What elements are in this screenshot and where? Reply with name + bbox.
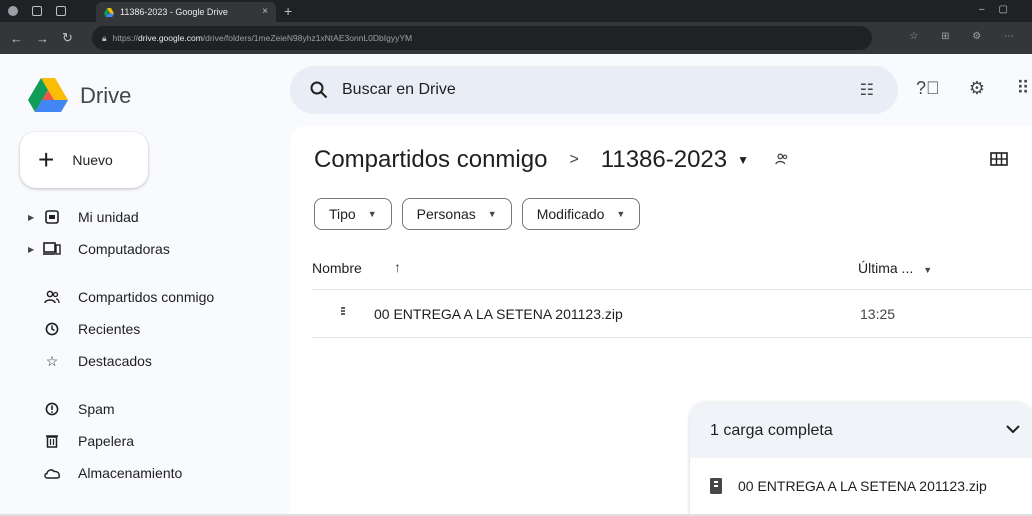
filter-type-chip[interactable]: Tipo ▼ <box>314 198 392 230</box>
address-bar-row: ← → ↻ 🔒︎ https://drive.google.com/drive/… <box>0 22 1032 54</box>
new-button[interactable]: + Nuevo <box>20 132 148 188</box>
file-modified: 13:25 <box>860 306 896 322</box>
sidebar-item-label: Destacados <box>78 353 152 369</box>
cloud-icon <box>42 463 62 483</box>
logo-text: Drive <box>80 83 132 108</box>
breadcrumb-parent[interactable]: Compartidos conmigo <box>314 146 547 174</box>
trash-icon <box>42 431 62 451</box>
upload-file-name: 00 ENTREGA A LA SETENA 201123.zip <box>738 478 987 494</box>
forward-icon[interactable]: → <box>36 31 52 46</box>
zip-file-icon <box>341 307 345 315</box>
tab-title: 11386-2023 - Google Drive <box>120 7 228 17</box>
chevron-down-icon[interactable] <box>1006 421 1020 437</box>
reload-icon[interactable]: ↻ <box>62 30 78 46</box>
table-row[interactable]: 00 ENTREGA A LA SETENA 201123.zip 13:25 <box>312 290 1032 338</box>
sidebar-item-label: Recientes <box>78 321 141 337</box>
column-modified-label: Última ... <box>858 260 914 276</box>
lock-icon: 🔒︎ <box>102 32 107 43</box>
breadcrumb-current[interactable]: 11386-2023 <box>601 146 727 174</box>
search-icon[interactable] <box>310 81 328 99</box>
sidebar-item-storage[interactable]: Almacenamiento <box>28 458 182 488</box>
breadcrumb: Compartidos conmigo > 11386-2023 ▼ <box>314 146 789 174</box>
expand-caret-icon[interactable]: ▶ <box>28 245 34 254</box>
drive-logo[interactable]: Drive <box>28 78 131 114</box>
browser-titlebar: 11386-2023 - Google Drive × + –▢ <box>0 0 1032 22</box>
upload-panel: 1 carga completa 00 ENTREGA A LA SETENA … <box>690 402 1032 516</box>
grid-view-icon[interactable] <box>990 152 1008 166</box>
chevron-down-icon: ▼ <box>923 265 933 275</box>
sidebar-item-label: Papelera <box>78 433 135 449</box>
filter-modified-chip[interactable]: Modificado ▼ <box>521 198 641 230</box>
sidebar-item-label: Compartidos conmigo <box>78 289 215 305</box>
new-button-label: Nuevo <box>72 152 113 168</box>
shared-folder-icon[interactable] <box>775 153 789 168</box>
drive-logo-icon <box>28 78 68 112</box>
url-domain: drive.google.com <box>138 33 203 43</box>
shared-icon <box>42 287 62 307</box>
chevron-down-icon: ▼ <box>616 209 626 219</box>
filter-people-chip[interactable]: Personas ▼ <box>401 198 512 230</box>
upload-panel-title: 1 carga completa <box>710 422 833 439</box>
search-options-icon[interactable]: ☷ <box>860 80 874 100</box>
sidebar-item-computers[interactable]: ▶ Computadoras <box>28 234 170 264</box>
sort-arrow-up-icon[interactable]: ↑ <box>394 259 401 275</box>
chevron-down-icon[interactable]: ▼ <box>737 153 749 167</box>
sidebar-item-starred[interactable]: ☆ Destacados <box>28 346 152 376</box>
chip-label: Modificado <box>536 206 605 222</box>
search-bar[interactable]: Buscar en Drive ☷ <box>290 66 898 114</box>
computers-icon <box>42 239 62 259</box>
browser-toolbar-icons[interactable]: ☆ ⊞ ⚙ ⋯ <box>909 31 1024 42</box>
plus-icon: + <box>38 144 55 175</box>
sidebar-item-label: Mi unidad <box>78 209 139 225</box>
zip-file-icon <box>710 478 722 494</box>
apps-grid-icon[interactable]: ⠿ <box>1012 78 1032 100</box>
chip-label: Personas <box>416 206 476 222</box>
upload-file-row[interactable]: 00 ENTREGA A LA SETENA 201123.zip <box>710 478 987 494</box>
sidebar-item-my-drive[interactable]: ▶ Mi unidad <box>28 202 139 232</box>
sidebar-item-label: Almacenamiento <box>78 465 183 481</box>
tab-close-button[interactable]: × <box>262 6 268 17</box>
spam-icon <box>42 399 62 419</box>
sidebar-item-shared[interactable]: Compartidos conmigo <box>28 282 214 312</box>
url-prefix: https:// <box>112 33 139 43</box>
sidebar-item-label: Spam <box>78 401 115 417</box>
workspaces-icon[interactable] <box>32 6 42 16</box>
chevron-down-icon: ▼ <box>367 209 377 219</box>
table-header: Nombre ↑ Última ... ▼ <box>312 250 1032 290</box>
star-icon: ☆ <box>45 352 59 369</box>
clock-icon <box>42 319 62 339</box>
back-icon[interactable]: ← <box>10 31 26 46</box>
browser-tab[interactable]: 11386-2023 - Google Drive × <box>96 2 276 22</box>
file-name[interactable]: 00 ENTREGA A LA SETENA 201123.zip <box>374 306 623 322</box>
breadcrumb-separator: > <box>569 151 579 168</box>
settings-icon[interactable]: ⚙ <box>966 78 988 100</box>
column-modified-header[interactable]: Última ... ▼ <box>858 260 932 276</box>
sidebar-item-label: Computadoras <box>78 241 170 257</box>
chip-label: Tipo <box>329 206 356 222</box>
filter-chips: Tipo ▼ Personas ▼ Modificado ▼ <box>314 198 641 230</box>
my-drive-icon <box>42 207 62 227</box>
search-input[interactable]: Buscar en Drive <box>342 81 456 99</box>
help-icon[interactable]: ?⃝ <box>916 78 940 100</box>
profile-icon[interactable] <box>8 6 18 16</box>
chevron-down-icon: ▼ <box>487 209 497 219</box>
drive-favicon-icon <box>104 7 114 17</box>
expand-caret-icon[interactable]: ▶ <box>28 213 34 222</box>
url-input[interactable]: 🔒︎ https://drive.google.com/drive/folder… <box>92 26 872 50</box>
url-path: /drive/folders/1meZeieN98yhz1xNtAE3onnL0… <box>202 33 413 43</box>
window-controls[interactable]: –▢ <box>979 4 1022 15</box>
sidebar-item-spam[interactable]: Spam <box>28 394 115 424</box>
tab-actions-icon[interactable] <box>56 6 66 16</box>
column-name-header[interactable]: Nombre <box>312 260 362 276</box>
sidebar-item-recent[interactable]: Recientes <box>28 314 140 344</box>
sidebar-item-trash[interactable]: Papelera <box>28 426 134 456</box>
new-tab-button[interactable]: + <box>284 3 292 19</box>
